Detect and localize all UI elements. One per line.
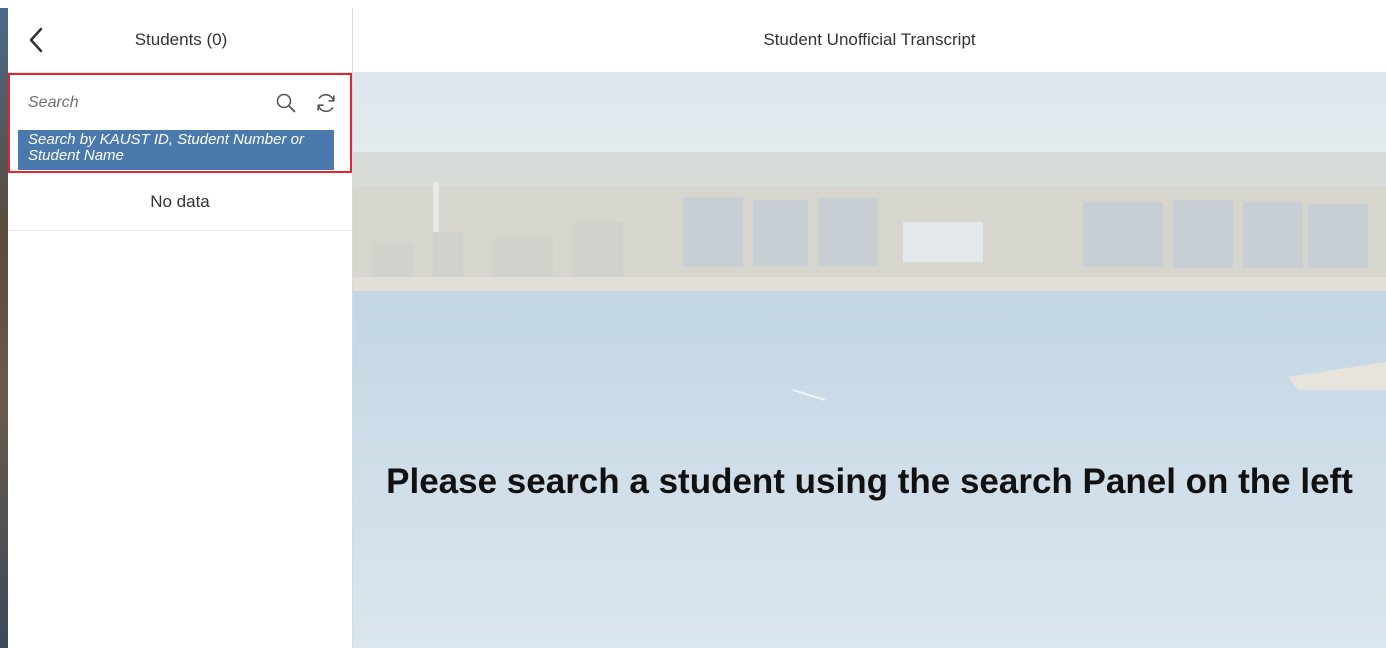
- students-master-panel: Students (0) Search by KAUST ID, Student…: [8, 8, 353, 648]
- search-icon[interactable]: [275, 92, 297, 114]
- app-window: Students (0) Search by KAUST ID, Student…: [0, 8, 1386, 648]
- back-button[interactable]: [22, 26, 50, 54]
- search-field: [18, 80, 344, 126]
- empty-state-message: Please search a student using the search…: [386, 462, 1353, 501]
- detail-page-title: Student Unofficial Transcript: [353, 8, 1386, 73]
- left-edge-strip: [0, 8, 8, 648]
- students-count-title: Students (0): [134, 30, 228, 49]
- refresh-icon[interactable]: [314, 91, 338, 115]
- campus-background-image: [353, 72, 1386, 648]
- search-input[interactable]: [18, 80, 268, 126]
- master-header: Students (0): [8, 8, 352, 73]
- search-hint-tooltip: Search by KAUST ID, Student Number or St…: [18, 130, 334, 170]
- chevron-left-icon: [29, 27, 43, 53]
- search-panel: Search by KAUST ID, Student Number or St…: [8, 72, 352, 172]
- transcript-detail-panel: Student Unofficial Transcript Please sea…: [353, 8, 1386, 648]
- student-list-empty-text: No data: [8, 174, 352, 231]
